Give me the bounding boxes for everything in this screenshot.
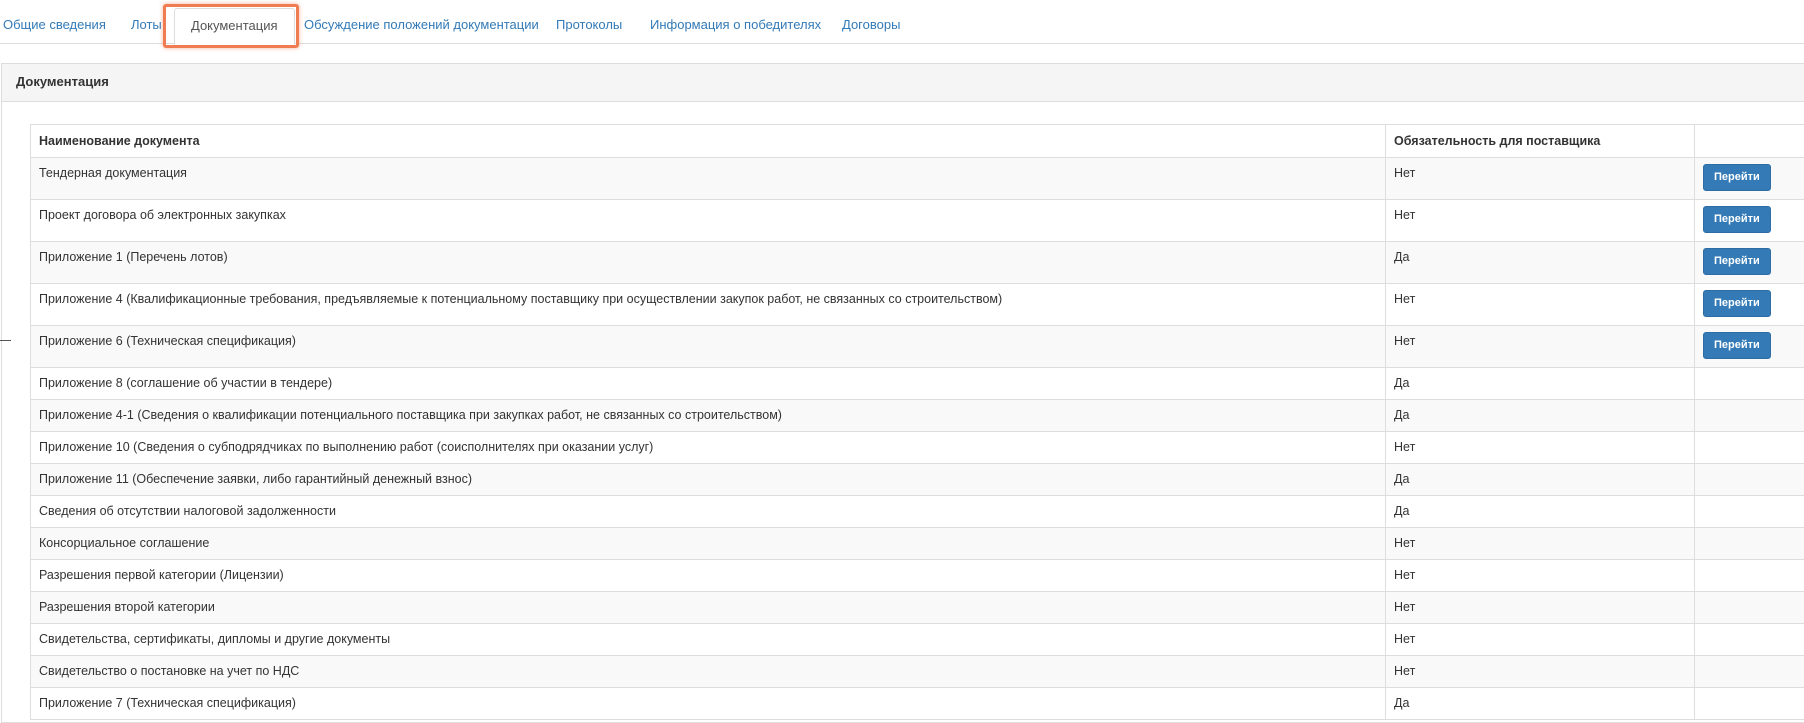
required-cell: Да — [1386, 400, 1695, 432]
tab-winners-info[interactable]: Информация о победителях — [634, 8, 837, 44]
action-cell — [1695, 496, 1804, 528]
table-row: Приложение 6 (Техническая спецификация)Н… — [31, 326, 1804, 368]
table-row: Тендерная документацияНет Перейти — [31, 158, 1804, 200]
documents-table: Наименование документа Обязательность дл… — [30, 124, 1804, 720]
action-cell — [1695, 528, 1804, 560]
table-row: Приложение 4 (Квалификационные требовани… — [31, 284, 1804, 326]
action-cell: Перейти — [1695, 242, 1804, 284]
table-row: Сведения об отсутствии налоговой задолже… — [31, 496, 1804, 528]
table-row: Приложение 10 (Сведения о субподрядчиках… — [31, 432, 1804, 464]
table-row: Приложение 1 (Перечень лотов)Да Перейти — [31, 242, 1804, 284]
column-header-action — [1695, 125, 1804, 158]
action-cell — [1695, 688, 1804, 720]
divider-mark — [0, 340, 11, 341]
document-name-cell: Тендерная документация — [31, 158, 1386, 200]
action-cell — [1695, 656, 1804, 688]
table-row: Разрешения первой категории (Лицензии)Не… — [31, 560, 1804, 592]
column-header-required: Обязательность для поставщика — [1386, 125, 1695, 158]
required-cell: Нет — [1386, 592, 1695, 624]
required-cell: Нет — [1386, 528, 1695, 560]
go-to-document-button[interactable]: Перейти — [1703, 290, 1771, 317]
table-row: Разрешения второй категорииНет — [31, 592, 1804, 624]
required-cell: Нет — [1386, 432, 1695, 464]
required-cell: Нет — [1386, 200, 1695, 242]
document-name-cell: Разрешения второй категории — [31, 592, 1386, 624]
action-cell — [1695, 624, 1804, 656]
panel-title: Документация — [2, 64, 1804, 102]
tab-lots[interactable]: Лоты — [115, 8, 178, 44]
required-cell: Нет — [1386, 656, 1695, 688]
table-row: Свидетельства, сертификаты, дипломы и др… — [31, 624, 1804, 656]
required-cell: Да — [1386, 688, 1695, 720]
table-row: Свидетельство о постановке на учет по НД… — [31, 656, 1804, 688]
document-name-cell: Приложение 4-1 (Сведения о квалификации … — [31, 400, 1386, 432]
document-name-cell: Приложение 4 (Квалификационные требовани… — [31, 284, 1386, 326]
go-to-document-button[interactable]: Перейти — [1703, 206, 1771, 233]
action-cell: Перейти — [1695, 200, 1804, 242]
table-row: Консорциальное соглашениеНет — [31, 528, 1804, 560]
tab-general-info[interactable]: Общие сведения — [0, 8, 122, 44]
table-row: Приложение 8 (соглашение об участии в те… — [31, 368, 1804, 400]
tab-contracts[interactable]: Договоры — [826, 8, 916, 44]
table-row: Проект договора об электронных закупкахН… — [31, 200, 1804, 242]
required-cell: Нет — [1386, 326, 1695, 368]
document-name-cell: Приложение 1 (Перечень лотов) — [31, 242, 1386, 284]
document-name-cell: Проект договора об электронных закупках — [31, 200, 1386, 242]
action-cell — [1695, 464, 1804, 496]
required-cell: Нет — [1386, 284, 1695, 326]
action-cell: Перейти — [1695, 284, 1804, 326]
tab-protocols[interactable]: Протоколы — [540, 8, 638, 44]
required-cell: Да — [1386, 368, 1695, 400]
table-row: Приложение 11 (Обеспечение заявки, либо … — [31, 464, 1804, 496]
action-cell — [1695, 560, 1804, 592]
document-name-cell: Консорциальное соглашение — [31, 528, 1386, 560]
column-header-document-name: Наименование документа — [31, 125, 1386, 158]
document-name-cell: Приложение 11 (Обеспечение заявки, либо … — [31, 464, 1386, 496]
document-name-cell: Разрешения первой категории (Лицензии) — [31, 560, 1386, 592]
action-cell — [1695, 592, 1804, 624]
table-header-row: Наименование документа Обязательность дл… — [31, 125, 1804, 158]
action-cell: Перейти — [1695, 326, 1804, 368]
document-name-cell: Приложение 10 (Сведения о субподрядчиках… — [31, 432, 1386, 464]
required-cell: Нет — [1386, 158, 1695, 200]
go-to-document-button[interactable]: Перейти — [1703, 164, 1771, 191]
required-cell: Да — [1386, 496, 1695, 528]
document-name-cell: Приложение 8 (соглашение об участии в те… — [31, 368, 1386, 400]
go-to-document-button[interactable]: Перейти — [1703, 248, 1771, 275]
tab-documentation[interactable]: Документация — [174, 8, 295, 45]
required-cell: Нет — [1386, 624, 1695, 656]
required-cell: Да — [1386, 242, 1695, 284]
required-cell: Да — [1386, 464, 1695, 496]
document-name-cell: Приложение 6 (Техническая спецификация) — [31, 326, 1386, 368]
action-cell: Перейти — [1695, 158, 1804, 200]
table-row: Приложение 7 (Техническая спецификация)Д… — [31, 688, 1804, 720]
go-to-document-button[interactable]: Перейти — [1703, 332, 1771, 359]
document-name-cell: Свидетельство о постановке на учет по НД… — [31, 656, 1386, 688]
tab-documentation-discussion[interactable]: Обсуждение положений документации — [288, 8, 555, 44]
tab-bar: Общие сведения Лоты Документация Обсужде… — [0, 0, 1804, 44]
action-cell — [1695, 400, 1804, 432]
required-cell: Нет — [1386, 560, 1695, 592]
document-name-cell: Сведения об отсутствии налоговой задолже… — [31, 496, 1386, 528]
action-cell — [1695, 432, 1804, 464]
action-cell — [1695, 368, 1804, 400]
table-row: Приложение 4-1 (Сведения о квалификации … — [31, 400, 1804, 432]
document-name-cell: Приложение 7 (Техническая спецификация) — [31, 688, 1386, 720]
document-name-cell: Свидетельства, сертификаты, дипломы и др… — [31, 624, 1386, 656]
